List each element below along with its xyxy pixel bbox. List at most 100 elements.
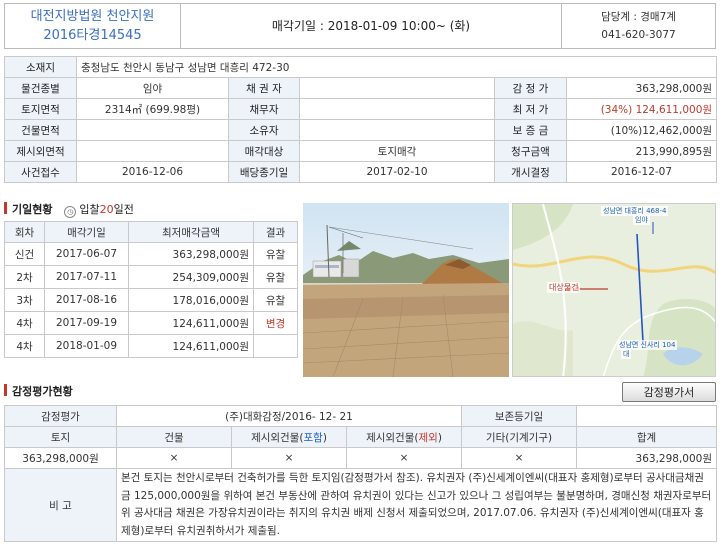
location-map[interactable]: 성남면 대흥리 468-4 임야 대상물건 성남면 신사리 104 대 — [512, 203, 716, 377]
history-header: 회차 — [4, 221, 45, 243]
info-value — [76, 140, 229, 162]
clock-icon: ◷ — [64, 206, 77, 218]
history-header: 결과 — [253, 221, 298, 243]
included-text: 포함 — [303, 431, 323, 444]
info-value: 2016-12-07 — [565, 161, 718, 183]
history-header-row: 회차 매각기일 최저매각금액 결과 — [4, 221, 298, 243]
info-label: 물건종별 — [4, 77, 77, 99]
bid-note-prefix: 입찰 — [79, 203, 100, 216]
keep-registration-value — [576, 405, 717, 427]
claim-amount: 213,990,895원 — [565, 140, 718, 162]
deposit: (10%)12,462,000원 — [565, 119, 718, 141]
info-label: 토지면적 — [4, 98, 77, 120]
property-photo-drawing — [303, 224, 509, 377]
bid-note-suffix: 일전 — [113, 203, 134, 216]
result: 유찰 — [253, 265, 298, 289]
remark-row: 비 고 본건 토지는 천안시로부터 건축허가를 득한 토지임(감정평가서 참조)… — [4, 468, 717, 542]
appraisal-title: 감정평가현황 — [4, 384, 73, 400]
appraisal-agency: (주)대화감정/2016- 12- 21 — [116, 405, 462, 427]
remark-label: 비 고 — [4, 468, 117, 542]
dept-phone: 041-620-3077 — [601, 29, 676, 41]
history-row: 4차 2018-01-09 124,611,000원 — [4, 334, 298, 358]
min-price: 124,611,000원 — [128, 334, 254, 358]
excluded-text: 제외 — [418, 431, 438, 444]
history-row: 3차 2017-08-16 178,016,000원 유찰 — [4, 288, 298, 312]
address-row: 소재지 충청남도 천안시 동남구 성남면 대흥리 472-30 — [4, 56, 718, 78]
round: 3차 — [4, 288, 45, 312]
info-label: 청구금액 — [494, 140, 567, 162]
result — [253, 334, 298, 358]
sale-date: 2017-08-16 — [44, 288, 129, 312]
result: 유찰 — [253, 288, 298, 312]
keep-registration-label: 보존등기일 — [461, 405, 577, 427]
map-label: 대 — [621, 349, 632, 359]
result-changed: 변경 — [253, 311, 298, 335]
value-building: × — [116, 447, 232, 469]
appraisal-report-button[interactable]: 감정평가서 — [622, 382, 716, 402]
info-value — [299, 77, 495, 99]
info-label: 채무자 — [228, 98, 300, 120]
target-marker-label: 대상물건 — [547, 282, 581, 293]
info-label: 배당종기일 — [228, 161, 300, 183]
col-total: 합계 — [576, 426, 717, 448]
min-price: 363,298,000원 — [128, 242, 254, 266]
col-etc: 기타(기계기구) — [461, 426, 577, 448]
history-header: 최저매각금액 — [128, 221, 254, 243]
history-row: 신건 2017-06-07 363,298,000원 유찰 — [4, 242, 298, 266]
appraisal-title-text: 감정평가현황 — [12, 385, 73, 398]
value-land: 363,298,000원 — [4, 447, 117, 469]
info-label: 감 정 가 — [494, 77, 567, 99]
sale-date: 2018-01-09 — [44, 334, 129, 358]
history-title-text: 기일현황 — [12, 203, 53, 216]
history-row: 2차 2017-07-11 254,309,000원 유찰 — [4, 265, 298, 289]
info-value — [76, 119, 229, 141]
info-label: 매각대상 — [228, 140, 300, 162]
info-label: 제시외면적 — [4, 140, 77, 162]
sale-date: 2017-09-19 — [44, 311, 129, 335]
info-value — [299, 98, 495, 120]
info-row: 제시외면적 매각대상 토지매각 청구금액 213,990,895원 — [4, 140, 718, 162]
min-price: 124,611,000원 — [128, 311, 254, 335]
info-value: 2017-02-10 — [299, 161, 495, 183]
map-label: 임야 — [633, 215, 650, 225]
dept-block: 담당계 : 경매7계 041-620-3077 — [561, 4, 715, 48]
sale-date: 2017-07-11 — [44, 265, 129, 289]
col-extra-included: 제시외건물(포함) — [231, 426, 347, 448]
info-value: 2314㎡ (699.98평) — [76, 98, 229, 120]
round: 4차 — [4, 334, 45, 358]
appraisal-label: 감정평가 — [4, 405, 117, 427]
location-map-drawing — [513, 204, 715, 376]
case-header: 대전지방법원 천안지원 2016타경14545 매각기일 : 2018-01-0… — [4, 3, 716, 49]
col-land: 토지 — [4, 426, 117, 448]
history-row: 4차 2017-09-19 124,611,000원 변경 — [4, 311, 298, 335]
info-value: 토지매각 — [299, 140, 495, 162]
appraisal-header-row: 토지 건물 제시외건물(포함) 제시외건물(제외) 기타(기계기구) 합계 — [4, 426, 717, 448]
sale-date: 매각기일 : 2018-01-09 10:00~ (화) — [271, 19, 471, 33]
property-photo[interactable] — [303, 203, 509, 377]
round: 2차 — [4, 265, 45, 289]
info-value — [299, 119, 495, 141]
result: 유찰 — [253, 242, 298, 266]
col-extra-excluded: 제시외건물(제외) — [346, 426, 462, 448]
court-block: 대전지방법원 천안지원 2016타경14545 — [5, 4, 181, 48]
info-label: 소유자 — [228, 119, 300, 141]
section-bar — [4, 384, 7, 396]
minimum-price: (34%) 124,611,000원 — [565, 98, 718, 120]
info-row: 물건종별 임야 채 권 자 감 정 가 363,298,000원 — [4, 77, 718, 99]
info-value: 2016-12-06 — [76, 161, 229, 183]
remark-text: 본건 토지는 천안시로부터 건축허가를 득한 토지임(감정평가서 참조). 유치… — [116, 468, 717, 542]
info-label: 최 저 가 — [494, 98, 567, 120]
bid-note-days: 20 — [99, 203, 114, 216]
address-label: 소재지 — [4, 56, 77, 78]
info-label: 사건접수 — [4, 161, 77, 183]
value-extra-excluded: × — [346, 447, 462, 469]
col-building: 건물 — [116, 426, 232, 448]
min-price: 178,016,000원 — [128, 288, 254, 312]
section-bar — [4, 202, 7, 214]
info-label: 채 권 자 — [228, 77, 300, 99]
history-title: 기일현황 ◷ 입찰20일전 — [4, 202, 134, 218]
round: 신건 — [4, 242, 45, 266]
auction-history-table: 회차 매각기일 최저매각금액 결과 신건 2017-06-07 363,298,… — [4, 221, 298, 358]
appraisal-agency-row: 감정평가 (주)대화감정/2016- 12- 21 보존등기일 — [4, 405, 717, 427]
info-row: 건물면적 소유자 보 증 금 (10%)12,462,000원 — [4, 119, 718, 141]
